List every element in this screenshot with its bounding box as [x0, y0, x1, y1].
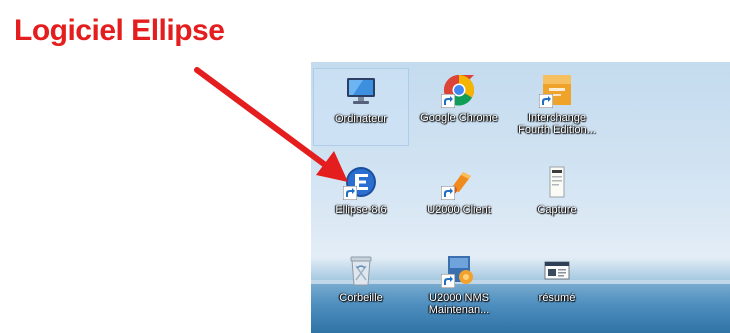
desktop: Ordinateur Google Chrome Interchange Fou…	[311, 62, 730, 333]
shortcut-arrow-icon	[441, 274, 455, 288]
u2000-nms-icon	[441, 252, 477, 288]
headline-title: Logiciel Ellipse	[14, 14, 225, 47]
desktop-icon-resume[interactable]: résumé	[509, 248, 605, 326]
shortcut-arrow-icon	[539, 94, 553, 108]
desktop-icon-corbeille[interactable]: Corbeille	[313, 248, 409, 326]
shortcut-arrow-icon	[343, 186, 357, 200]
icon-label: résumé	[538, 292, 576, 304]
icon-label: Corbeille	[339, 292, 383, 304]
icon-label: U2000 NMS Maintenan...	[428, 292, 490, 316]
desktop-icon-ordinateur[interactable]: Ordinateur	[313, 68, 409, 146]
u2000-client-icon	[441, 164, 477, 200]
desktop-icon-u2000-client[interactable]: U2000 Client	[411, 160, 507, 238]
shortcut-arrow-icon	[441, 186, 455, 200]
icon-label: Capture	[537, 204, 577, 216]
document-icon	[539, 252, 575, 288]
desktop-icon-capture[interactable]: Capture	[509, 160, 605, 238]
shortcut-arrow-icon	[441, 94, 455, 108]
desktop-icon-u2000-nms[interactable]: U2000 NMS Maintenan...	[411, 248, 507, 326]
desktop-icon-google-chrome[interactable]: Google Chrome	[411, 68, 507, 146]
screenshot-stage: Logiciel Ellipse Ordinateur Google Chrom…	[0, 0, 730, 333]
icon-label: Interchange Fourth Edition...	[518, 112, 596, 136]
recycle-bin-icon	[343, 252, 379, 288]
icon-label: Ordinateur	[335, 113, 387, 125]
desktop-icon-ellipse[interactable]: Ellipse-8.6	[313, 160, 409, 238]
chrome-icon	[441, 72, 477, 108]
icon-label: Ellipse-8.6	[335, 204, 387, 216]
icon-label: Google Chrome	[420, 112, 498, 124]
capture-icon	[539, 164, 575, 200]
ellipse-app-icon	[343, 164, 379, 200]
computer-icon	[343, 73, 379, 109]
desktop-icon-interchange[interactable]: Interchange Fourth Edition...	[509, 68, 605, 146]
icon-label: U2000 Client	[427, 204, 491, 216]
interchange-icon	[539, 72, 575, 108]
